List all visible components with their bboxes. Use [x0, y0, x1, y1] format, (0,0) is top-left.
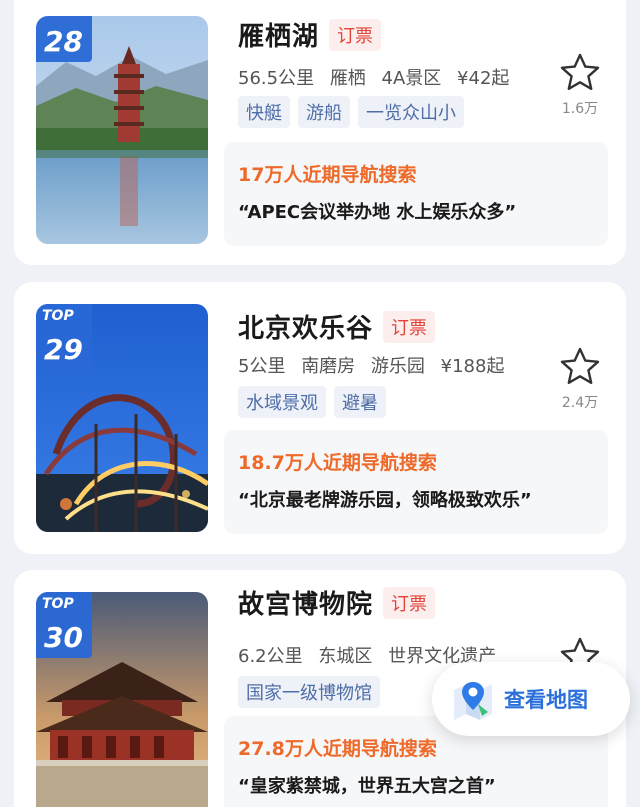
category: 4A景区 [381, 68, 442, 89]
rank-badge: TOP 29 [36, 304, 92, 370]
top-label: TOP [42, 308, 74, 324]
rank-badge: TOP 30 [36, 592, 92, 658]
attraction-name[interactable]: 雁栖湖 [238, 16, 319, 53]
attraction-thumbnail[interactable]: 28 [36, 16, 208, 244]
price: ¥188起 [440, 356, 505, 377]
hot-search-box: 17万人近期导航搜索 “APEC会议举办地 水上娱乐众多” [224, 142, 608, 246]
top-label: TOP [42, 596, 74, 612]
attraction-meta: 56.5公里 雁栖 4A景区 ¥42起 [238, 64, 519, 90]
tag[interactable]: 水域景观 [238, 386, 326, 418]
tag[interactable]: 避暑 [334, 386, 386, 418]
search-stat: 27.8万人近期导航搜索 [238, 738, 437, 760]
quote: “皇家紫禁城，世界五大宫之首” [238, 776, 496, 797]
attraction-meta: 5公里 南磨房 游乐园 ¥188起 [238, 352, 514, 378]
star-icon [560, 53, 600, 90]
distance: 6.2公里 [238, 646, 303, 667]
book-ticket-button[interactable]: 订票 [329, 18, 382, 51]
favorite-button[interactable]: 2.4万 [556, 346, 604, 412]
hot-search-box: 18.7万人近期导航搜索 “北京最老牌游乐园，领略极致欢乐” [224, 430, 608, 534]
book-ticket-button[interactable]: 订票 [383, 586, 436, 619]
tag-list: 水域景观 避暑 [238, 386, 386, 418]
star-icon [560, 347, 600, 384]
tag[interactable]: 快艇 [238, 96, 290, 128]
tag[interactable]: 一览众山小 [358, 96, 464, 128]
attraction-name[interactable]: 故宫博物院 [238, 584, 373, 621]
tag-list: 快艇 游船 一览众山小 [238, 96, 464, 128]
book-ticket-button[interactable]: 订票 [383, 310, 436, 343]
search-stat: 17万人近期导航搜索 [238, 164, 417, 186]
attraction-name[interactable]: 北京欢乐谷 [238, 308, 373, 345]
attraction-card[interactable]: TOP 29 北京欢乐谷 订票 5公里 南磨房 游乐园 ¥188起 水域景观 避… [14, 282, 626, 554]
rank-number: 28 [44, 25, 83, 58]
search-stat: 18.7万人近期导航搜索 [238, 452, 437, 474]
distance: 5公里 [238, 356, 286, 377]
area: 雁栖 [329, 68, 366, 89]
attraction-list: 28 雁栖湖 订票 56.5公里 雁栖 4A景区 ¥42起 快艇 游船 一览众山… [0, 0, 640, 807]
map-pin-icon [454, 682, 492, 720]
attraction-thumbnail[interactable]: TOP 29 [36, 304, 208, 532]
view-map-label: 查看地图 [504, 688, 588, 712]
tag[interactable]: 国家一级博物馆 [238, 676, 380, 708]
price: ¥42起 [457, 68, 510, 89]
tag[interactable]: 游船 [298, 96, 350, 128]
rank-badge: 28 [36, 16, 92, 62]
area: 南磨房 [301, 356, 356, 377]
favorite-count: 2.4万 [561, 395, 599, 411]
distance: 56.5公里 [238, 68, 315, 89]
favorite-count: 1.6万 [561, 101, 599, 117]
rank-number: 29 [44, 333, 83, 366]
attraction-card[interactable]: 28 雁栖湖 订票 56.5公里 雁栖 4A景区 ¥42起 快艇 游船 一览众山… [14, 0, 626, 265]
view-map-button[interactable]: 查看地图 [432, 662, 630, 736]
favorite-button[interactable]: 1.6万 [556, 52, 604, 118]
category: 游乐园 [370, 356, 425, 377]
quote: “APEC会议举办地 水上娱乐众多” [238, 202, 517, 223]
tag-list: 国家一级博物馆 [238, 676, 380, 708]
rank-number: 30 [44, 621, 83, 654]
area: 东城区 [318, 646, 373, 667]
attraction-thumbnail[interactable]: TOP 30 [36, 592, 208, 807]
quote: “北京最老牌游乐园，领略极致欢乐” [238, 490, 532, 511]
